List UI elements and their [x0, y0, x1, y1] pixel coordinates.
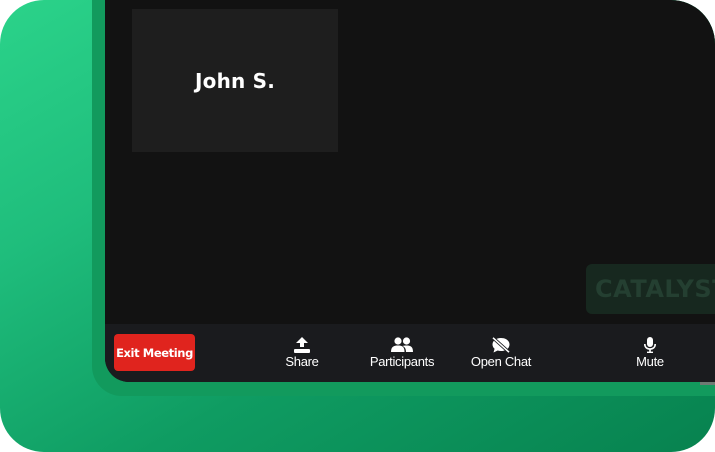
- participant-name: John S.: [194, 68, 276, 93]
- people-icon: [391, 336, 413, 353]
- chat-off-icon: [491, 336, 511, 353]
- microphone-icon: [644, 336, 656, 353]
- share-label: Share: [285, 354, 319, 369]
- meeting-toolbar: Exit Meeting Share Participants Open Cha…: [105, 324, 715, 382]
- meeting-screen: John S. CATALYST Exit Meeting Share: [105, 0, 715, 382]
- mute-button[interactable]: Mute: [625, 336, 675, 370]
- share-button[interactable]: Share: [277, 336, 327, 370]
- participant-tile[interactable]: John S.: [132, 9, 338, 152]
- open-chat-button[interactable]: Open Chat: [465, 336, 537, 370]
- scroll-indicator: [700, 382, 715, 385]
- background-card: John S. CATALYST Exit Meeting Share: [0, 0, 715, 452]
- brand-watermark: CATALYST: [586, 264, 715, 314]
- open-chat-label: Open Chat: [470, 354, 532, 369]
- participants-button[interactable]: Participants: [362, 336, 442, 370]
- mute-label: Mute: [636, 354, 664, 369]
- upload-icon: [293, 336, 311, 353]
- participants-label: Participants: [369, 354, 435, 369]
- exit-meeting-button[interactable]: Exit Meeting: [114, 334, 195, 371]
